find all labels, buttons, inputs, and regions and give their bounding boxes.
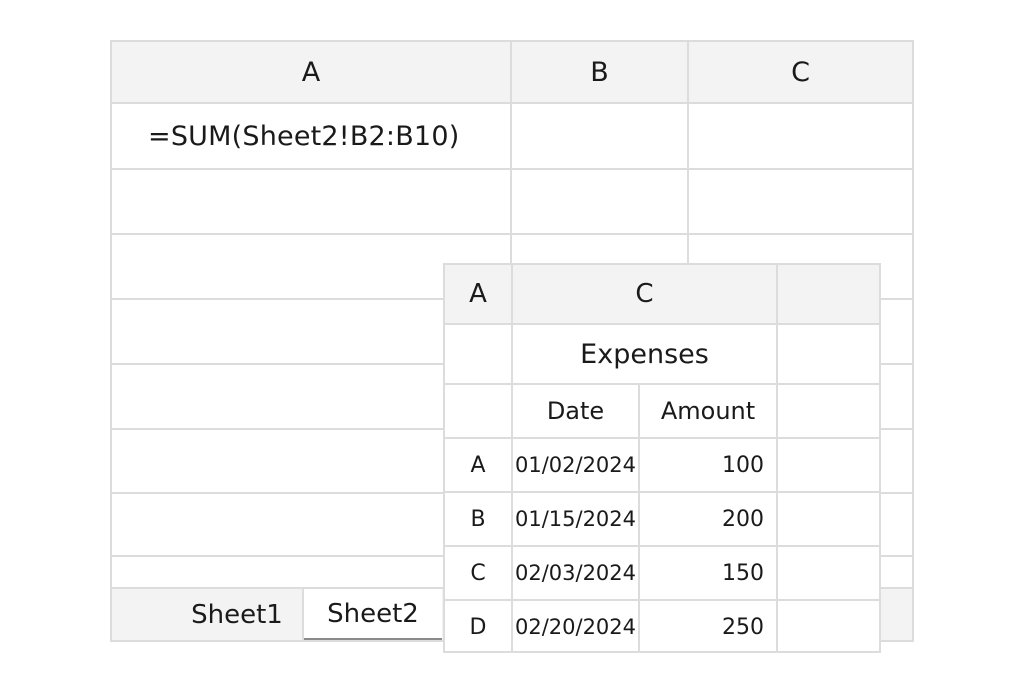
sheet2-row-label[interactable]: C xyxy=(445,547,511,599)
column-header-b[interactable]: B xyxy=(512,42,687,102)
sheet2-cell-amount[interactable]: 100 xyxy=(640,439,764,491)
gridline xyxy=(776,263,778,653)
gridline xyxy=(110,168,914,170)
sheet2-cell-date[interactable]: 01/15/2024 xyxy=(513,493,638,545)
sheet-tab-sheet2[interactable]: Sheet2 xyxy=(304,589,442,640)
sheet2-header-date[interactable]: Date xyxy=(513,385,638,437)
sheet-tab-sheet1[interactable]: Sheet1 xyxy=(176,589,298,640)
sheet2-cell-amount[interactable]: 250 xyxy=(640,601,764,653)
formula-cell-a1[interactable]: =SUM(Sheet2!B2:B10) xyxy=(148,104,510,168)
sheet2-title-expenses[interactable]: Expenses xyxy=(513,325,776,383)
column-header-a[interactable]: A xyxy=(112,42,510,102)
sheet2-row-label[interactable]: A xyxy=(445,439,511,491)
column-header-c[interactable]: C xyxy=(689,42,912,102)
gridline xyxy=(110,233,914,235)
sheet2-cell-date[interactable]: 02/03/2024 xyxy=(513,547,638,599)
sheet2-cell-date[interactable]: 01/02/2024 xyxy=(513,439,638,491)
sheet2-row-label[interactable]: B xyxy=(445,493,511,545)
sheet2-cell-amount[interactable]: 150 xyxy=(640,547,764,599)
sheet2-cell-date[interactable]: 02/20/2024 xyxy=(513,601,638,653)
sheet2-column-header-a[interactable]: A xyxy=(445,265,511,323)
sheet2-column-header-d[interactable] xyxy=(778,265,879,323)
sheet2-header-amount[interactable]: Amount xyxy=(640,385,776,437)
sheet2-cell-amount[interactable]: 200 xyxy=(640,493,764,545)
sheet2-column-header-c[interactable]: C xyxy=(513,265,776,323)
sheet2-row-label[interactable]: D xyxy=(445,601,511,653)
